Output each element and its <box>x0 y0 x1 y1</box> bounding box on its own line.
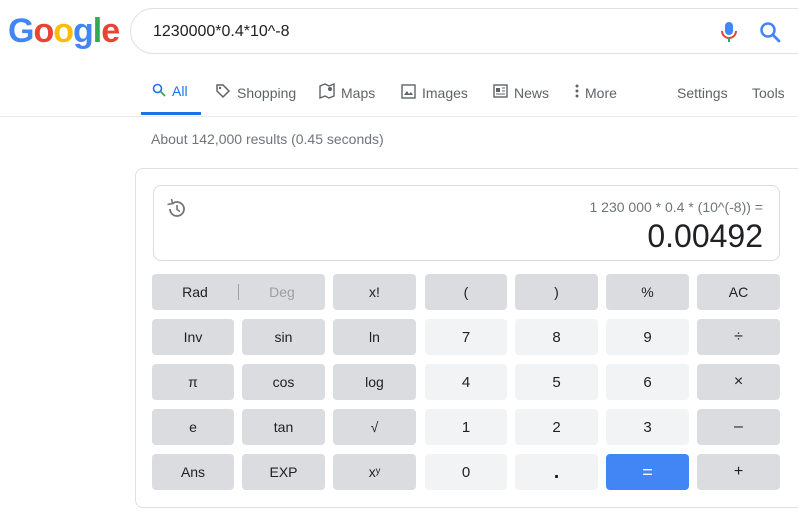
calc-expression: 1 230 000 * 0.4 * (10^(-8)) = <box>589 199 763 215</box>
digit-1-button[interactable]: 1 <box>425 409 507 445</box>
tan-button[interactable]: tan <box>242 409 325 445</box>
tab-label: Settings <box>677 84 728 101</box>
rad-button[interactable]: Rad <box>152 284 238 300</box>
digit-5-button[interactable]: 5 <box>515 364 598 400</box>
microphone-icon[interactable] <box>719 21 739 48</box>
digit-7-button[interactable]: 7 <box>425 319 507 355</box>
search-icon[interactable] <box>759 21 781 48</box>
cos-button[interactable]: cos <box>242 364 325 400</box>
tab-label: More <box>585 84 617 101</box>
log-button[interactable]: log <box>333 364 416 400</box>
tab-settings[interactable]: Settings <box>677 70 728 115</box>
map-icon <box>319 82 335 102</box>
digit-6-button[interactable]: 6 <box>606 364 689 400</box>
digit-4-button[interactable]: 4 <box>425 364 507 400</box>
sin-button[interactable]: sin <box>242 319 325 355</box>
logo-letter: o <box>53 12 74 50</box>
tab-more[interactable]: More <box>575 70 617 115</box>
calculator-display: 1 230 000 * 0.4 * (10^(-8)) = 0.00492 <box>153 185 780 261</box>
tab-maps[interactable]: Maps <box>319 70 375 115</box>
tab-label: Maps <box>341 84 376 101</box>
logo-letter: o <box>33 12 54 50</box>
search-box <box>130 8 798 54</box>
deg-button[interactable]: Deg <box>239 284 325 300</box>
tab-label: Images <box>422 84 468 101</box>
logo-letter: g <box>73 12 94 50</box>
open-paren-button[interactable]: ( <box>425 274 507 310</box>
multiply-button[interactable]: × <box>697 364 780 400</box>
tab-shopping[interactable]: Shopping <box>215 70 296 115</box>
search-tabs: All Shopping Maps Images News More Setti… <box>0 70 798 117</box>
image-icon <box>401 83 416 102</box>
google-logo[interactable]: Google <box>8 12 120 51</box>
percent-button[interactable]: % <box>606 274 689 310</box>
tab-label: Tools <box>752 84 785 101</box>
all-clear-button[interactable]: AC <box>697 274 780 310</box>
divide-button[interactable]: ÷ <box>697 319 780 355</box>
digit-9-button[interactable]: 9 <box>606 319 689 355</box>
pi-button[interactable]: π <box>152 364 234 400</box>
power-button[interactable]: xʸ <box>333 454 416 490</box>
search-icon <box>152 83 166 100</box>
add-button[interactable]: + <box>697 454 780 490</box>
tab-label: All <box>172 83 188 99</box>
tab-label: Shopping <box>237 84 297 101</box>
news-icon <box>493 84 508 101</box>
calc-result: 0.00492 <box>647 218 763 254</box>
tab-label: News <box>514 84 550 101</box>
history-icon[interactable] <box>166 198 188 225</box>
tag-icon <box>215 83 231 102</box>
tab-tools[interactable]: Tools <box>752 70 785 115</box>
digit-3-button[interactable]: 3 <box>606 409 689 445</box>
tab-all[interactable]: All <box>141 70 201 115</box>
more-vert-icon <box>575 84 579 101</box>
exp-button[interactable]: EXP <box>242 454 325 490</box>
decimal-button[interactable]: . <box>515 454 598 490</box>
equals-button[interactable]: = <box>606 454 689 490</box>
sqrt-button[interactable]: √ <box>333 409 416 445</box>
digit-8-button[interactable]: 8 <box>515 319 598 355</box>
ln-button[interactable]: ln <box>333 319 416 355</box>
search-input[interactable] <box>151 19 675 45</box>
rad-deg-toggle: Rad Deg <box>152 274 325 310</box>
logo-letter: l <box>92 12 103 50</box>
euler-button[interactable]: e <box>152 409 234 445</box>
logo-letter: G <box>8 12 34 50</box>
answer-button[interactable]: Ans <box>152 454 234 490</box>
factorial-button[interactable]: x! <box>333 274 416 310</box>
result-stats: About 142,000 results (0.45 seconds) <box>151 131 384 147</box>
close-paren-button[interactable]: ) <box>515 274 598 310</box>
tab-news[interactable]: News <box>493 70 549 115</box>
logo-letter: e <box>101 12 120 50</box>
tab-images[interactable]: Images <box>401 70 468 115</box>
subtract-button[interactable]: – <box>697 409 780 445</box>
digit-2-button[interactable]: 2 <box>515 409 598 445</box>
digit-0-button[interactable]: 0 <box>425 454 507 490</box>
inverse-button[interactable]: Inv <box>152 319 234 355</box>
